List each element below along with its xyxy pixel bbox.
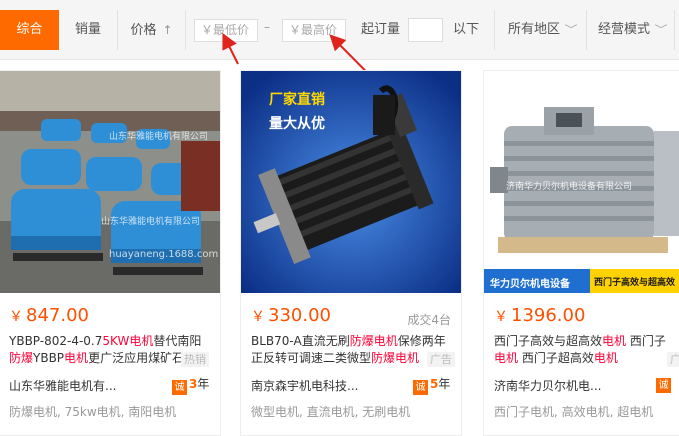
cheng-icon: 诚 [172,380,187,395]
product-card[interactable]: 山东华雅能电机有限公司 山东华雅能电机有限公司 huayaneng.1688.c… [0,70,221,436]
product-title[interactable]: BLB70-A直流无刷防爆电机保修两年 正反转可调速二类微型防爆电机 [251,333,451,369]
price-min-input[interactable]: ￥最低价 [194,19,258,42]
cheng-xin-badge[interactable]: 诚 3年 [172,375,209,395]
product-tags[interactable]: 防爆电机, 75kw电机, 南阳电机 [9,403,176,420]
chevron-down-icon: ﹀ [564,25,578,36]
sort-sales-button[interactable]: 销量 [59,10,118,50]
seller-name[interactable]: 济南华力贝尔机电... [494,377,601,394]
arrow-up-icon: ↑ [162,23,173,37]
chevron-down-icon: ﹀ [654,25,668,36]
region-dropdown[interactable]: 所有地区 ﹀ [508,10,578,50]
image-watermark: 山东华雅能电机有限公司 [109,132,209,142]
cheng-xin-badge[interactable]: 诚 5年 [413,375,450,395]
hot-sale-tag: 热销 [181,352,209,367]
deal-count: 成交4台 [407,313,451,327]
divider [674,10,675,50]
cheng-icon: 诚 [656,378,671,393]
moq-input[interactable] [408,18,443,42]
sort-price-label: 价格 [130,23,157,38]
sort-general-button[interactable]: 综合 [0,10,59,50]
product-price: ￥ 330.00 [251,305,331,326]
product-image[interactable]: 山东华雅能电机有限公司 山东华雅能电机有限公司 huayaneng.1688.c… [0,71,220,293]
seller-name[interactable]: 南京森宇机电科技... [251,377,358,394]
banner-text: 西门子高效与超高效 [594,278,676,288]
cheng-xin-badge[interactable]: 诚 [656,375,673,393]
region-label: 所有地区 [508,22,561,37]
product-title[interactable]: YBBP-802-4-0.75KW电机替代南阳 防爆YBBP电机更广泛应用煤矿石 [9,333,205,369]
price-range-dash: – [264,20,270,34]
product-title[interactable]: 西门子高效与超高效电机 西门子 电机 西门子超高效电机 [494,333,679,369]
price-max-input[interactable]: ￥最高价 [282,19,346,42]
divider [586,10,587,50]
seller-name[interactable]: 山东华雅能电机有... [9,377,116,394]
divider [494,10,495,50]
moq-label: 起订量 [361,22,401,37]
filter-bar: 综合 销量 价格 ↑ ￥最低价 – ￥最高价 起订量 以下 所有地区 ﹀ 经营模式 ﹀ [0,0,679,60]
product-price: ￥ 1396.00 [494,305,586,326]
ad-tag: 广 [667,352,679,367]
banner-text: 厂家直销 [269,92,325,108]
product-card[interactable]: 济南华力贝尔机电设备有限公司 华力贝尔机电设备 西门子高效与超高效 ￥ 1396.… [483,70,679,436]
sort-price-button[interactable]: 价格 ↑ [118,10,186,50]
product-price: ￥ 847.00 [9,305,89,326]
image-watermark: 济南华力贝尔机电设备有限公司 [506,182,633,192]
product-image[interactable]: 厂家直销 量大从优 [241,71,461,293]
product-image[interactable]: 济南华力贝尔机电设备有限公司 华力贝尔机电设备 西门子高效与超高效 [484,71,679,293]
banner-text: 量大从优 [269,116,325,132]
product-tags[interactable]: 微型电机, 直流电机, 无刷电机 [251,403,410,420]
business-mode-label: 经营模式 [598,22,651,37]
image-site-watermark: huayaneng.1688.com [109,249,219,260]
ad-tag: 广告 [427,352,455,367]
cheng-icon: 诚 [413,380,428,395]
product-card[interactable]: 厂家直销 量大从优 ￥ 330.00 成交4台 BLB70-A直流无刷防爆电机保修… [240,70,462,436]
banner-text: 华力贝尔机电设备 [490,279,570,290]
product-tags[interactable]: 西门子电机, 高效电机, 超电机 [494,403,653,420]
business-mode-dropdown[interactable]: 经营模式 ﹀ [598,10,668,50]
image-watermark: 山东华雅能电机有限公司 [101,217,201,227]
moq-suffix: 以下 [453,22,480,37]
